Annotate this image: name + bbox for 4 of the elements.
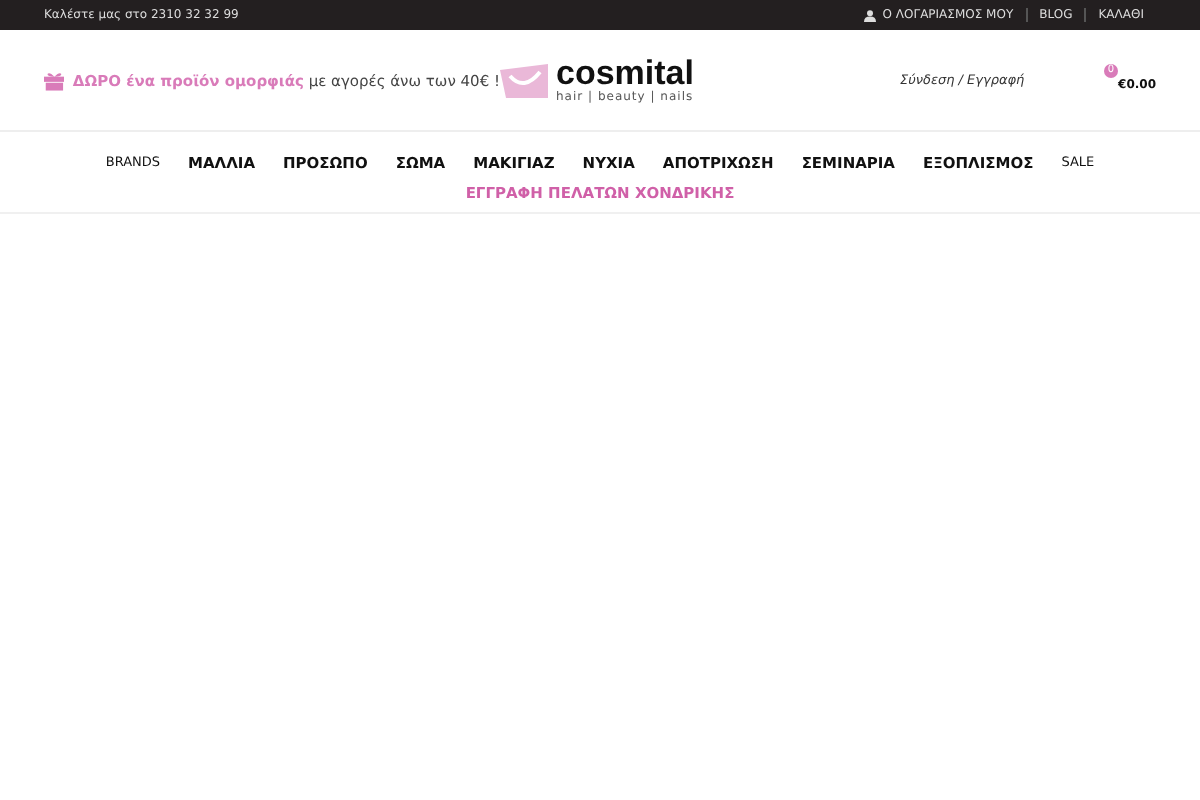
- gift-icon: [44, 69, 65, 91]
- user-icon: [864, 9, 877, 21]
- logo-name: cosmital: [556, 56, 694, 90]
- logo-icon: [500, 63, 548, 97]
